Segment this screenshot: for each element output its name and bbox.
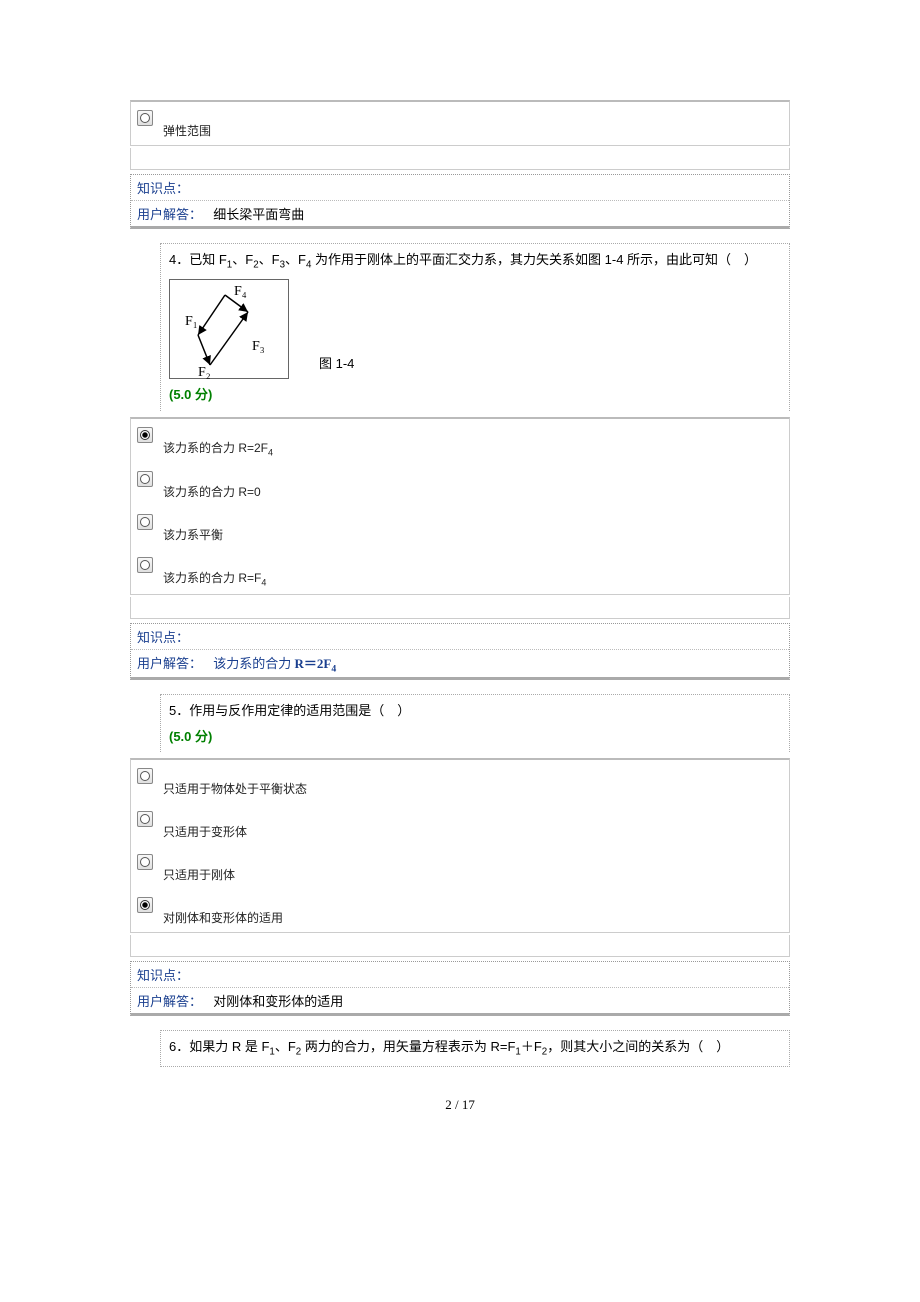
force-diagram-icon: F₁ F₂ F₃ F₄ xyxy=(170,280,290,380)
q5-question-box: 5．作用与反作用定律的适用范围是（ ） (5.0 分) xyxy=(160,694,790,752)
q6-question-box: 6．如果力 R 是 F1、F2 两力的合力，用矢量方程表示为 R=F1＋F2，则… xyxy=(160,1030,790,1067)
radio-empty-icon[interactable] xyxy=(137,768,153,784)
q5-meta-box: 知识点： 用户解答： 对刚体和变形体的适用 xyxy=(130,961,790,1016)
spacer xyxy=(130,597,790,619)
radio-selected-icon[interactable] xyxy=(137,427,153,443)
meta-row-knowledge: 知识点： xyxy=(131,624,789,650)
radio-empty-icon[interactable] xyxy=(137,811,153,827)
radio-empty-icon[interactable] xyxy=(137,514,153,530)
q4-stem: 4．已知 F1、F2、F3、F4 为作用于刚体上的平面汇交力系，其力矢关系如图 … xyxy=(169,250,781,273)
q4-meta-box: 知识点： 用户解答： 该力系的合力 R＝2F4 xyxy=(130,623,790,681)
option-text: 只适用于刚体 xyxy=(163,852,235,883)
label-f4: F₄ xyxy=(234,284,247,299)
q5-option-b[interactable]: 只适用于变形体 xyxy=(131,803,789,846)
radio-empty-icon[interactable] xyxy=(137,471,153,487)
page-footer: 2 / 17 xyxy=(130,1067,790,1113)
q4-option-d[interactable]: 该力系的合力 R=F4 xyxy=(131,549,789,593)
q3-options-box: 弹性范围 xyxy=(130,100,790,146)
q-text: ＋F xyxy=(521,1039,542,1054)
radio-empty-icon[interactable] xyxy=(137,110,153,126)
spacer xyxy=(130,935,790,957)
q3-option-text: 弹性范围 xyxy=(163,108,211,139)
meta-value: 细长梁平面弯曲 xyxy=(213,207,304,222)
q5-option-d[interactable]: 对刚体和变形体的适用 xyxy=(131,889,789,932)
points-label: (5.0 分) xyxy=(169,385,781,405)
q6-stem: 6．如果力 R 是 F1、F2 两力的合力，用矢量方程表示为 R=F1＋F2，则… xyxy=(169,1037,781,1060)
q-text: 、F xyxy=(275,1039,296,1054)
q-text: 为作用于刚体上的平面汇交力系，其力矢关系如图 1-4 所示，由此可知（ ） xyxy=(311,252,757,267)
option-text: 该力系的合力 R=2F4 xyxy=(163,425,273,457)
option-text: 该力系的合力 R=F4 xyxy=(163,555,266,587)
q-text: 、F xyxy=(259,252,280,267)
meta-value: 该力系的合力 R＝2F4 xyxy=(213,656,336,671)
meta-row-answer: 用户解答： 该力系的合力 R＝2F4 xyxy=(131,650,789,678)
meta-label: 用户解答： xyxy=(137,994,202,1009)
q4-option-a[interactable]: 该力系的合力 R=2F4 xyxy=(131,419,789,463)
option-text: 只适用于物体处于平衡状态 xyxy=(163,766,307,797)
option-text: 该力系平衡 xyxy=(163,512,223,543)
meta-label: 用户解答： xyxy=(137,656,202,671)
radio-empty-icon[interactable] xyxy=(137,854,153,870)
meta-label: 知识点： xyxy=(137,968,189,983)
option-text: 只适用于变形体 xyxy=(163,809,247,840)
q-text: 已知 F xyxy=(189,252,227,267)
document-page: 弹性范围 知识点： 用户解答： 细长梁平面弯曲 4．已知 F1、F2、F3、F4… xyxy=(0,0,920,1153)
q4-options-box: 该力系的合力 R=2F4 该力系的合力 R=0 该力系平衡 该力系的合力 R=F… xyxy=(130,417,790,595)
label-f3: F₃ xyxy=(252,339,265,354)
q4-question-box: 4．已知 F1、F2、F3、F4 为作用于刚体上的平面汇交力系，其力矢关系如图 … xyxy=(160,243,790,411)
q-number: 5． xyxy=(169,703,189,718)
q-text: 如果力 R 是 F xyxy=(189,1039,269,1054)
q-text: 、F xyxy=(285,252,306,267)
q5-option-a[interactable]: 只适用于物体处于平衡状态 xyxy=(131,760,789,803)
label-f2: F₂ xyxy=(198,365,211,380)
label-f1: F₁ xyxy=(185,314,198,329)
figure-1-4: F₁ F₂ F₃ F₄ xyxy=(169,279,289,379)
q5-option-c[interactable]: 只适用于刚体 xyxy=(131,846,789,889)
q-text: 、F xyxy=(232,252,253,267)
meta-row-answer: 用户解答： 细长梁平面弯曲 xyxy=(131,201,789,226)
meta-value: 对刚体和变形体的适用 xyxy=(213,994,343,1009)
option-text: 该力系的合力 R=0 xyxy=(163,469,261,500)
meta-row-knowledge: 知识点： xyxy=(131,962,789,988)
radio-selected-icon[interactable] xyxy=(137,897,153,913)
radio-empty-icon[interactable] xyxy=(137,557,153,573)
q5-options-box: 只适用于物体处于平衡状态 只适用于变形体 只适用于刚体 对刚体和变形体的适用 xyxy=(130,758,790,933)
q4-option-b[interactable]: 该力系的合力 R=0 xyxy=(131,463,789,506)
meta-row-knowledge: 知识点： xyxy=(131,175,789,201)
page-total: 17 xyxy=(462,1097,475,1112)
figure-caption: 图 1-4 xyxy=(319,354,354,380)
q-number: 6． xyxy=(169,1039,189,1054)
q-text: 两力的合力，用矢量方程表示为 R=F xyxy=(301,1039,515,1054)
q5-stem: 5．作用与反作用定律的适用范围是（ ） xyxy=(169,701,781,721)
q3-meta-box: 知识点： 用户解答： 细长梁平面弯曲 xyxy=(130,174,790,229)
figure-wrap: F₁ F₂ F₃ F₄ 图 1-4 xyxy=(169,279,781,379)
q3-option-row[interactable]: 弹性范围 xyxy=(131,102,789,145)
points-label: (5.0 分) xyxy=(169,727,781,747)
q-number: 4． xyxy=(169,252,189,267)
meta-label: 用户解答： xyxy=(137,207,202,222)
q4-option-c[interactable]: 该力系平衡 xyxy=(131,506,789,549)
meta-label: 知识点： xyxy=(137,630,189,645)
option-text: 对刚体和变形体的适用 xyxy=(163,895,283,926)
spacer xyxy=(130,148,790,170)
q-text: ，则其大小之间的关系为（ ） xyxy=(547,1039,729,1054)
meta-label: 知识点： xyxy=(137,181,189,196)
q-text: 作用与反作用定律的适用范围是（ ） xyxy=(189,703,410,718)
page-sep: / xyxy=(452,1097,462,1112)
meta-row-answer: 用户解答： 对刚体和变形体的适用 xyxy=(131,988,789,1013)
